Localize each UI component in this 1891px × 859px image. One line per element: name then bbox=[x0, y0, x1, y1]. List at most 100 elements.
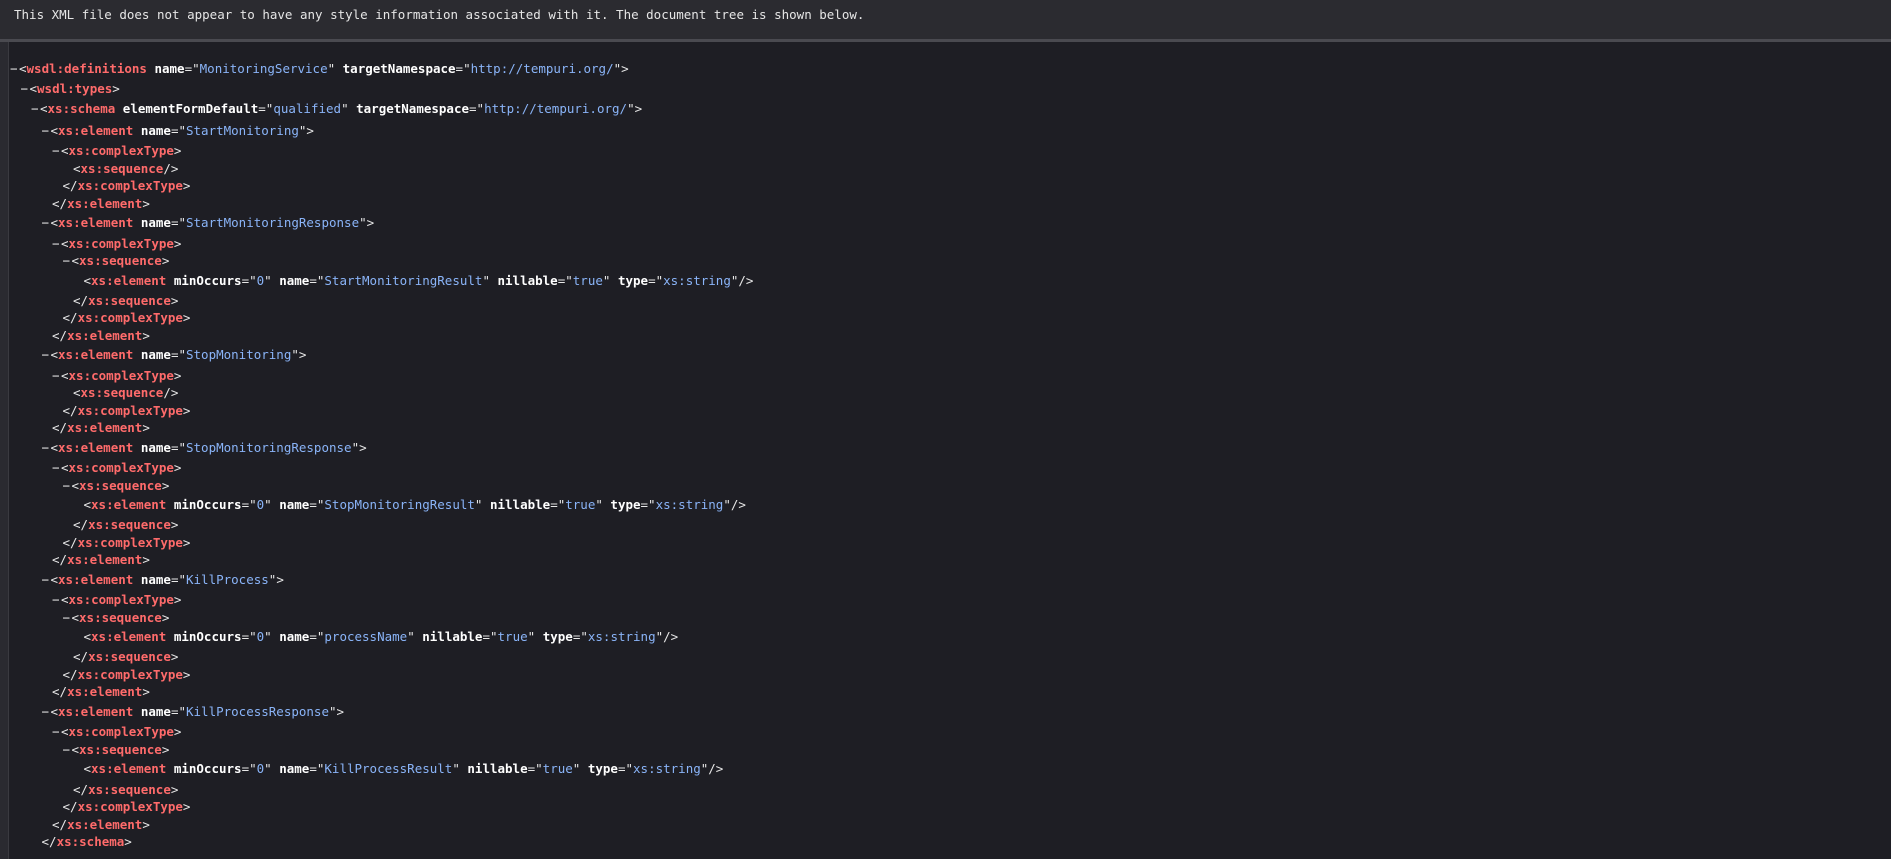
xml-tag-name: xs:complexType bbox=[68, 367, 174, 383]
xml-line: </xs:complexType> bbox=[10, 798, 1891, 816]
xml-tag-name: xs:element bbox=[58, 347, 134, 363]
xml-attr-value: StopMonitoring bbox=[186, 347, 292, 363]
collapse-toggle-icon[interactable]: − bbox=[63, 477, 72, 495]
xml-bracket: > bbox=[161, 741, 170, 757]
collapse-toggle-icon[interactable]: − bbox=[42, 120, 51, 142]
collapse-toggle-icon[interactable]: − bbox=[63, 252, 72, 270]
xml-tag-name: xs:element bbox=[91, 761, 167, 777]
collapse-toggle-icon[interactable]: − bbox=[42, 344, 51, 366]
xml-line: −<xs:complexType> bbox=[10, 591, 1891, 609]
xml-bracket: </ bbox=[41, 834, 57, 850]
collapse-toggle-icon[interactable]: − bbox=[42, 569, 51, 591]
xml-line: <xs:element minOccurs="0" name="StartMon… bbox=[10, 270, 1891, 292]
xml-tag-name: xs:schema bbox=[47, 100, 116, 116]
xml-attr-value: processName bbox=[324, 629, 408, 645]
collapse-toggle-icon[interactable]: − bbox=[42, 437, 51, 459]
xml-bracket: < bbox=[50, 571, 59, 587]
xml-attr-value: StartMonitoringResult bbox=[324, 272, 483, 288]
xml-line: −<wsdl:types> bbox=[10, 80, 1891, 98]
xml-tag-name: xs:complexType bbox=[68, 235, 174, 251]
xml-tag-name: xs:complexType bbox=[68, 460, 174, 476]
xml-line: </xs:element> bbox=[10, 419, 1891, 437]
xml-bracket: > bbox=[142, 420, 150, 436]
xml-bracket: </ bbox=[62, 799, 78, 815]
xml-attr-value: StopMonitoringResponse bbox=[186, 439, 352, 455]
collapse-toggle-icon[interactable]: − bbox=[52, 723, 61, 741]
xml-bracket: > bbox=[182, 402, 191, 418]
collapse-toggle-icon[interactable]: − bbox=[52, 591, 61, 609]
xml-bracket: </ bbox=[62, 310, 78, 326]
collapse-toggle-icon[interactable]: − bbox=[52, 142, 61, 160]
xml-bracket: < bbox=[83, 497, 92, 513]
xml-bracket: /> bbox=[163, 385, 179, 401]
xml-line: −<xs:complexType> bbox=[10, 142, 1891, 160]
collapse-toggle-icon[interactable]: − bbox=[52, 459, 61, 477]
collapse-toggle-icon[interactable]: − bbox=[42, 212, 51, 234]
xml-attr-equals: =" bbox=[550, 497, 566, 513]
xml-attr-equals: =" bbox=[241, 272, 257, 288]
xml-bracket: </ bbox=[62, 534, 78, 550]
xml-attr-quote: " bbox=[329, 703, 337, 719]
xml-bracket: </ bbox=[73, 781, 89, 797]
xml-bracket: < bbox=[19, 61, 27, 76]
collapse-toggle-icon[interactable]: − bbox=[42, 701, 51, 723]
xml-bracket: < bbox=[61, 460, 69, 476]
xml-attr-value: true bbox=[542, 761, 573, 777]
xml-attr-equals: =" bbox=[170, 439, 186, 455]
xml-line: </xs:sequence> bbox=[10, 516, 1891, 534]
collapse-toggle-icon[interactable]: − bbox=[52, 367, 61, 385]
xml-line: </xs:sequence> bbox=[10, 781, 1891, 799]
xml-attr-quote: " bbox=[359, 215, 367, 231]
xml-attr-name: name bbox=[140, 439, 171, 455]
xml-line: </xs:schema> bbox=[10, 833, 1891, 851]
xml-bracket: /> bbox=[738, 272, 754, 288]
xml-bracket: < bbox=[83, 761, 92, 777]
xml-tag-name: xs:element bbox=[67, 816, 143, 832]
xml-bracket: > bbox=[142, 195, 150, 211]
xml-space bbox=[133, 123, 141, 138]
xml-attr-value: http://tempuri.org/ bbox=[470, 61, 614, 76]
xml-tag-name: xs:element bbox=[58, 571, 134, 587]
collapse-toggle-icon[interactable]: − bbox=[63, 609, 72, 627]
xml-attr-equals: =" bbox=[241, 761, 257, 777]
collapse-toggle-icon[interactable]: − bbox=[21, 80, 30, 98]
xml-bracket: > bbox=[621, 61, 629, 76]
xml-attr-value: StartMonitoring bbox=[186, 123, 299, 139]
xml-attr-value: xs:string bbox=[633, 761, 701, 777]
xml-bracket: < bbox=[50, 347, 59, 363]
xml-attr-equals: =" bbox=[469, 100, 485, 116]
xml-bracket: < bbox=[71, 477, 80, 493]
xml-bracket: < bbox=[50, 215, 59, 231]
xml-bracket: < bbox=[73, 385, 81, 401]
xml-attr-equals: =" bbox=[617, 761, 634, 777]
xml-attr-value: xs:string bbox=[587, 629, 656, 645]
xml-bracket: < bbox=[83, 629, 92, 645]
xml-attr-equals: =" bbox=[455, 61, 471, 76]
xml-line: −<xs:element name="StartMonitoringRespon… bbox=[10, 212, 1891, 234]
collapse-toggle-icon[interactable]: − bbox=[31, 98, 40, 120]
xml-bracket: </ bbox=[52, 816, 68, 832]
xml-line: −<xs:element name="KillProcessResponse"> bbox=[10, 701, 1891, 723]
xml-tag-name: xs:element bbox=[58, 439, 134, 455]
xml-bracket: < bbox=[61, 592, 69, 608]
xml-tag-name: xs:sequence bbox=[79, 609, 162, 625]
xml-tag-name: xs:sequence bbox=[88, 649, 171, 665]
xml-attr-name: name bbox=[279, 497, 310, 513]
collapse-toggle-icon[interactable]: − bbox=[63, 741, 72, 759]
xml-attr-equals: =" bbox=[241, 629, 257, 645]
left-gutter bbox=[0, 42, 9, 859]
xml-bracket: > bbox=[182, 310, 191, 326]
xml-attr-name: targetNamespace bbox=[342, 61, 456, 76]
collapse-toggle-icon[interactable]: − bbox=[10, 58, 19, 80]
collapse-toggle-icon[interactable]: − bbox=[52, 235, 61, 253]
xml-line: <xs:element minOccurs="0" name="KillProc… bbox=[10, 758, 1891, 780]
xml-line: −<xs:sequence> bbox=[10, 741, 1891, 759]
xml-attr-equals: =" bbox=[184, 61, 200, 76]
xml-attr-value: true bbox=[497, 629, 528, 645]
xml-bracket: /> bbox=[163, 160, 179, 176]
xml-bracket: > bbox=[161, 253, 170, 269]
xml-bracket: > bbox=[359, 439, 367, 455]
xml-line: −<xs:element name="StopMonitoring"> bbox=[10, 344, 1891, 366]
xml-attr-value: KillProcess bbox=[186, 571, 269, 587]
xml-tag-name: wsdl:definitions bbox=[26, 61, 147, 76]
